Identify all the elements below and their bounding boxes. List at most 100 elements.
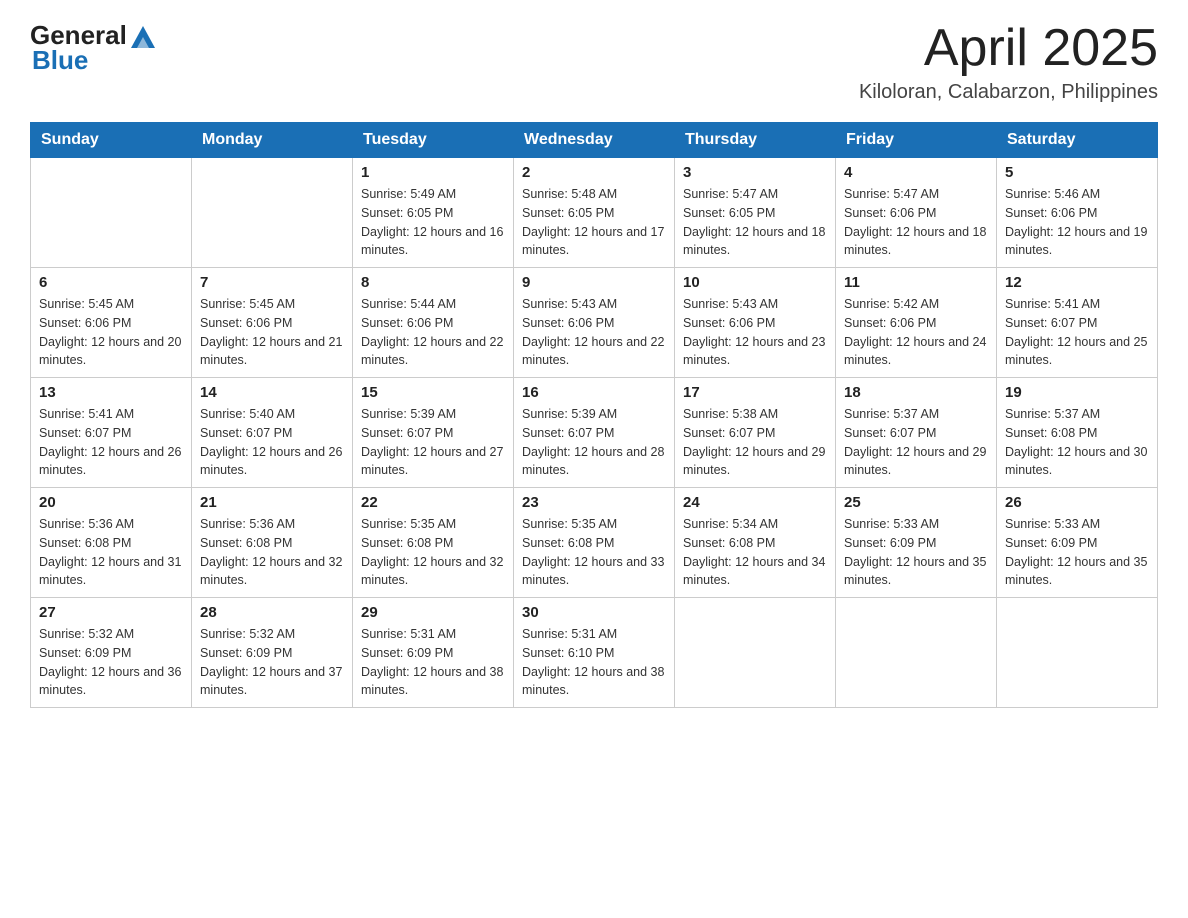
day-number: 17 xyxy=(683,384,827,401)
day-info: Sunrise: 5:48 AMSunset: 6:05 PMDaylight:… xyxy=(522,185,666,260)
calendar-cell: 11 Sunrise: 5:42 AMSunset: 6:06 PMDayligh… xyxy=(836,268,997,378)
weekday-header-friday: Friday xyxy=(836,123,997,158)
day-info: Sunrise: 5:35 AMSunset: 6:08 PMDaylight:… xyxy=(361,515,505,590)
calendar-cell: 6Sunrise: 5:45 AMSunset: 6:06 PMDaylight… xyxy=(31,268,192,378)
day-number: 14 xyxy=(200,384,344,401)
calendar-cell: 23 Sunrise: 5:35 AMSunset: 6:08 PMDayligh… xyxy=(514,488,675,598)
calendar-cell: 18 Sunrise: 5:37 AMSunset: 6:07 PMDayligh… xyxy=(836,378,997,488)
day-number: 25 xyxy=(844,494,988,511)
day-info: Sunrise: 5:36 AMSunset: 6:08 PMDaylight:… xyxy=(39,515,183,590)
calendar-cell: 12 Sunrise: 5:41 AMSunset: 6:07 PMDayligh… xyxy=(997,268,1158,378)
day-number: 30 xyxy=(522,604,666,621)
calendar-cell: 26 Sunrise: 5:33 AMSunset: 6:09 PMDayligh… xyxy=(997,488,1158,598)
day-number: 21 xyxy=(200,494,344,511)
day-number: 1 xyxy=(361,164,505,181)
day-number: 20 xyxy=(39,494,183,511)
calendar-table: SundayMondayTuesdayWednesdayThursdayFrid… xyxy=(30,122,1158,708)
logo: General Blue xyxy=(30,20,157,76)
weekday-header-thursday: Thursday xyxy=(675,123,836,158)
day-number: 8 xyxy=(361,274,505,291)
calendar-header: SundayMondayTuesdayWednesdayThursdayFrid… xyxy=(31,123,1158,158)
weekday-header-tuesday: Tuesday xyxy=(353,123,514,158)
day-number: 4 xyxy=(844,164,988,181)
calendar-cell: 20 Sunrise: 5:36 AMSunset: 6:08 PMDayligh… xyxy=(31,488,192,598)
day-info: Sunrise: 5:32 AMSunset: 6:09 PMDaylight:… xyxy=(200,625,344,700)
calendar-cell xyxy=(192,158,353,268)
calendar-cell: 9Sunrise: 5:43 AMSunset: 6:06 PMDaylight… xyxy=(514,268,675,378)
day-info: Sunrise: 5:45 AMSunset: 6:06 PMDaylight:… xyxy=(39,295,183,370)
day-number: 22 xyxy=(361,494,505,511)
day-info: Sunrise: 5:38 AMSunset: 6:07 PMDaylight:… xyxy=(683,405,827,480)
day-number: 29 xyxy=(361,604,505,621)
day-info: Sunrise: 5:33 AMSunset: 6:09 PMDaylight:… xyxy=(1005,515,1149,590)
calendar-cell: 16 Sunrise: 5:39 AMSunset: 6:07 PMDayligh… xyxy=(514,378,675,488)
calendar-cell xyxy=(836,598,997,708)
day-number: 2 xyxy=(522,164,666,181)
calendar-cell: 29 Sunrise: 5:31 AMSunset: 6:09 PMDayligh… xyxy=(353,598,514,708)
day-info: Sunrise: 5:46 AMSunset: 6:06 PMDaylight:… xyxy=(1005,185,1149,260)
logo-icon xyxy=(129,22,157,50)
calendar-week-row: 27 Sunrise: 5:32 AMSunset: 6:09 PMDayligh… xyxy=(31,598,1158,708)
title-block: April 2025 Kiloloran, Calabarzon, Philip… xyxy=(859,20,1158,104)
weekday-header-saturday: Saturday xyxy=(997,123,1158,158)
day-info: Sunrise: 5:32 AMSunset: 6:09 PMDaylight:… xyxy=(39,625,183,700)
day-number: 13 xyxy=(39,384,183,401)
page-header: General Blue April 2025 Kiloloran, Calab… xyxy=(30,20,1158,104)
day-info: Sunrise: 5:33 AMSunset: 6:09 PMDaylight:… xyxy=(844,515,988,590)
day-info: Sunrise: 5:37 AMSunset: 6:08 PMDaylight:… xyxy=(1005,405,1149,480)
day-info: Sunrise: 5:47 AMSunset: 6:05 PMDaylight:… xyxy=(683,185,827,260)
calendar-week-row: 20 Sunrise: 5:36 AMSunset: 6:08 PMDayligh… xyxy=(31,488,1158,598)
calendar-cell: 3 Sunrise: 5:47 AMSunset: 6:05 PMDaylight… xyxy=(675,158,836,268)
day-number: 11 xyxy=(844,274,988,291)
calendar-cell: 19 Sunrise: 5:37 AMSunset: 6:08 PMDayligh… xyxy=(997,378,1158,488)
day-number: 3 xyxy=(683,164,827,181)
calendar-cell xyxy=(675,598,836,708)
calendar-cell: 17 Sunrise: 5:38 AMSunset: 6:07 PMDayligh… xyxy=(675,378,836,488)
day-info: Sunrise: 5:42 AMSunset: 6:06 PMDaylight:… xyxy=(844,295,988,370)
day-number: 26 xyxy=(1005,494,1149,511)
calendar-cell: 30 Sunrise: 5:31 AMSunset: 6:10 PMDayligh… xyxy=(514,598,675,708)
calendar-cell: 7Sunrise: 5:45 AMSunset: 6:06 PMDaylight… xyxy=(192,268,353,378)
weekday-header-wednesday: Wednesday xyxy=(514,123,675,158)
calendar-cell: 27 Sunrise: 5:32 AMSunset: 6:09 PMDayligh… xyxy=(31,598,192,708)
day-info: Sunrise: 5:43 AMSunset: 6:06 PMDaylight:… xyxy=(683,295,827,370)
day-number: 19 xyxy=(1005,384,1149,401)
calendar-cell xyxy=(997,598,1158,708)
day-number: 16 xyxy=(522,384,666,401)
day-number: 15 xyxy=(361,384,505,401)
day-number: 24 xyxy=(683,494,827,511)
calendar-cell: 15 Sunrise: 5:39 AMSunset: 6:07 PMDayligh… xyxy=(353,378,514,488)
calendar-body: 1 Sunrise: 5:49 AMSunset: 6:05 PMDaylight… xyxy=(31,158,1158,708)
calendar-cell: 2 Sunrise: 5:48 AMSunset: 6:05 PMDaylight… xyxy=(514,158,675,268)
day-info: Sunrise: 5:31 AMSunset: 6:10 PMDaylight:… xyxy=(522,625,666,700)
day-info: Sunrise: 5:40 AMSunset: 6:07 PMDaylight:… xyxy=(200,405,344,480)
day-info: Sunrise: 5:44 AMSunset: 6:06 PMDaylight:… xyxy=(361,295,505,370)
calendar-cell xyxy=(31,158,192,268)
day-number: 27 xyxy=(39,604,183,621)
calendar-cell: 14 Sunrise: 5:40 AMSunset: 6:07 PMDayligh… xyxy=(192,378,353,488)
weekday-row: SundayMondayTuesdayWednesdayThursdayFrid… xyxy=(31,123,1158,158)
day-info: Sunrise: 5:35 AMSunset: 6:08 PMDaylight:… xyxy=(522,515,666,590)
calendar-week-row: 1 Sunrise: 5:49 AMSunset: 6:05 PMDaylight… xyxy=(31,158,1158,268)
day-info: Sunrise: 5:39 AMSunset: 6:07 PMDaylight:… xyxy=(361,405,505,480)
day-number: 12 xyxy=(1005,274,1149,291)
day-info: Sunrise: 5:41 AMSunset: 6:07 PMDaylight:… xyxy=(39,405,183,480)
day-info: Sunrise: 5:37 AMSunset: 6:07 PMDaylight:… xyxy=(844,405,988,480)
calendar-cell: 10 Sunrise: 5:43 AMSunset: 6:06 PMDayligh… xyxy=(675,268,836,378)
day-info: Sunrise: 5:49 AMSunset: 6:05 PMDaylight:… xyxy=(361,185,505,260)
day-number: 23 xyxy=(522,494,666,511)
day-info: Sunrise: 5:41 AMSunset: 6:07 PMDaylight:… xyxy=(1005,295,1149,370)
calendar-cell: 5 Sunrise: 5:46 AMSunset: 6:06 PMDaylight… xyxy=(997,158,1158,268)
day-number: 10 xyxy=(683,274,827,291)
day-info: Sunrise: 5:39 AMSunset: 6:07 PMDaylight:… xyxy=(522,405,666,480)
calendar-cell: 4 Sunrise: 5:47 AMSunset: 6:06 PMDaylight… xyxy=(836,158,997,268)
month-year: April 2025 xyxy=(859,20,1158,77)
day-number: 5 xyxy=(1005,164,1149,181)
calendar-week-row: 13 Sunrise: 5:41 AMSunset: 6:07 PMDayligh… xyxy=(31,378,1158,488)
day-number: 18 xyxy=(844,384,988,401)
day-info: Sunrise: 5:31 AMSunset: 6:09 PMDaylight:… xyxy=(361,625,505,700)
calendar-cell: 1 Sunrise: 5:49 AMSunset: 6:05 PMDaylight… xyxy=(353,158,514,268)
day-info: Sunrise: 5:47 AMSunset: 6:06 PMDaylight:… xyxy=(844,185,988,260)
weekday-header-sunday: Sunday xyxy=(31,123,192,158)
day-number: 9 xyxy=(522,274,666,291)
